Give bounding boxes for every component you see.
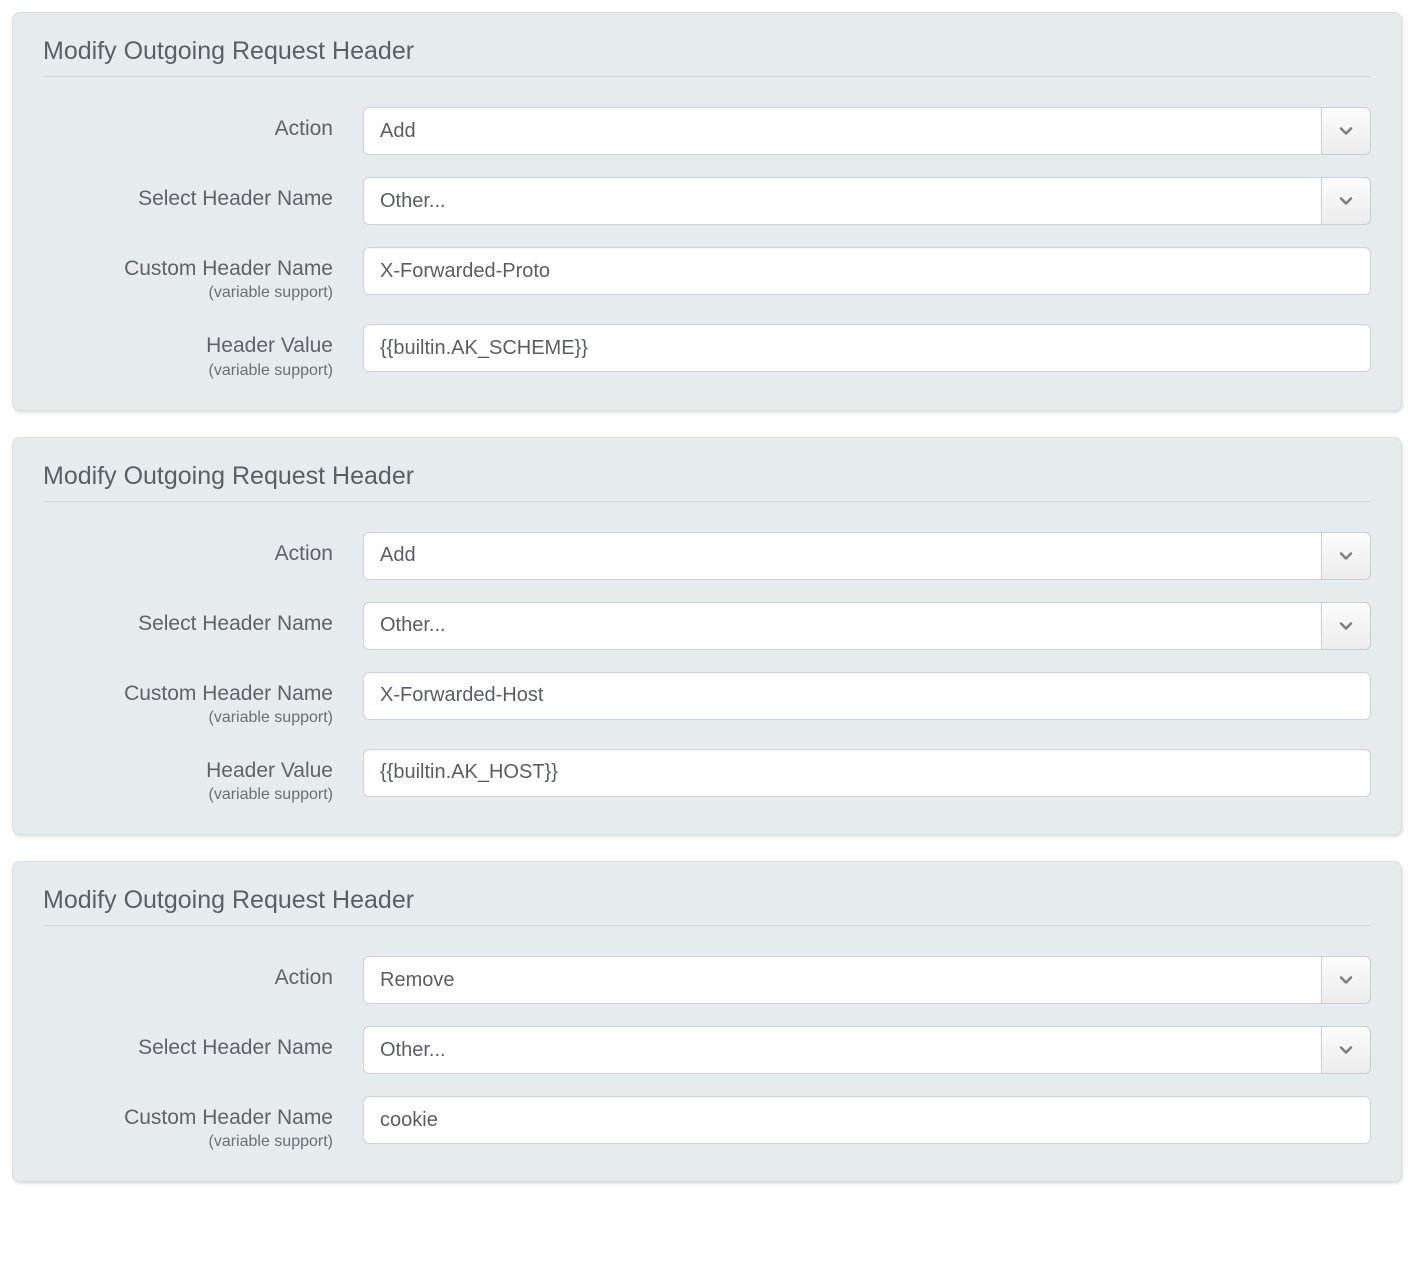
action-label: Action	[43, 956, 363, 991]
custom-header-row: Custom Header Name(variable support)	[43, 672, 1371, 727]
custom-header-row: Custom Header Name(variable support)	[43, 1096, 1371, 1151]
action-label: Action	[43, 532, 363, 567]
chevron-down-icon[interactable]	[1321, 532, 1371, 580]
header-value-row: Header Value(variable support)	[43, 324, 1371, 379]
custom-header-label: Custom Header Name(variable support)	[43, 1096, 363, 1151]
action-select-value[interactable]: Add	[363, 532, 1321, 580]
panel-title: Modify Outgoing Request Header	[43, 886, 1371, 926]
action-select-value[interactable]: Remove	[363, 956, 1321, 1004]
select-header-row: Select Header NameOther...	[43, 1026, 1371, 1074]
action-row: ActionAdd	[43, 107, 1371, 155]
custom-header-name-input[interactable]	[363, 1096, 1371, 1144]
header-rule-panel: Modify Outgoing Request HeaderActionAddS…	[12, 12, 1402, 411]
custom-header-name-input[interactable]	[363, 672, 1371, 720]
panel-title: Modify Outgoing Request Header	[43, 462, 1371, 502]
custom-header-row: Custom Header Name(variable support)	[43, 247, 1371, 302]
action-row: ActionRemove	[43, 956, 1371, 1004]
header-name-select-value[interactable]: Other...	[363, 602, 1321, 650]
header-value-label: Header Value(variable support)	[43, 324, 363, 379]
header-value-input[interactable]	[363, 749, 1371, 797]
custom-header-label: Custom Header Name(variable support)	[43, 672, 363, 727]
action-row: ActionAdd	[43, 532, 1371, 580]
select-header-label: Select Header Name	[43, 177, 363, 212]
select-header-row: Select Header NameOther...	[43, 177, 1371, 225]
chevron-down-icon[interactable]	[1321, 107, 1371, 155]
header-rule-panel: Modify Outgoing Request Header ActionRemo…	[12, 861, 1402, 1182]
chevron-down-icon[interactable]	[1321, 602, 1371, 650]
select-header-label: Select Header Name	[43, 602, 363, 637]
header-value-label: Header Value(variable support)	[43, 749, 363, 804]
chevron-down-icon[interactable]	[1321, 1026, 1371, 1074]
custom-header-label: Custom Header Name(variable support)	[43, 247, 363, 302]
header-name-select[interactable]: Other...	[363, 1026, 1371, 1074]
header-value-input[interactable]	[363, 324, 1371, 372]
select-header-label: Select Header Name	[43, 1026, 363, 1061]
action-select[interactable]: Add	[363, 107, 1371, 155]
header-name-select-value[interactable]: Other...	[363, 1026, 1321, 1074]
action-select[interactable]: Add	[363, 532, 1371, 580]
custom-header-name-input[interactable]	[363, 247, 1371, 295]
chevron-down-icon[interactable]	[1321, 956, 1371, 1004]
header-value-row: Header Value(variable support)	[43, 749, 1371, 804]
action-label: Action	[43, 107, 363, 142]
header-name-select-value[interactable]: Other...	[363, 177, 1321, 225]
header-name-select[interactable]: Other...	[363, 177, 1371, 225]
action-select-value[interactable]: Add	[363, 107, 1321, 155]
action-select[interactable]: Remove	[363, 956, 1371, 1004]
chevron-down-icon[interactable]	[1321, 177, 1371, 225]
select-header-row: Select Header NameOther...	[43, 602, 1371, 650]
header-rule-panel: Modify Outgoing Request HeaderActionAddS…	[12, 437, 1402, 836]
panel-title: Modify Outgoing Request Header	[43, 37, 1371, 77]
header-name-select[interactable]: Other...	[363, 602, 1371, 650]
